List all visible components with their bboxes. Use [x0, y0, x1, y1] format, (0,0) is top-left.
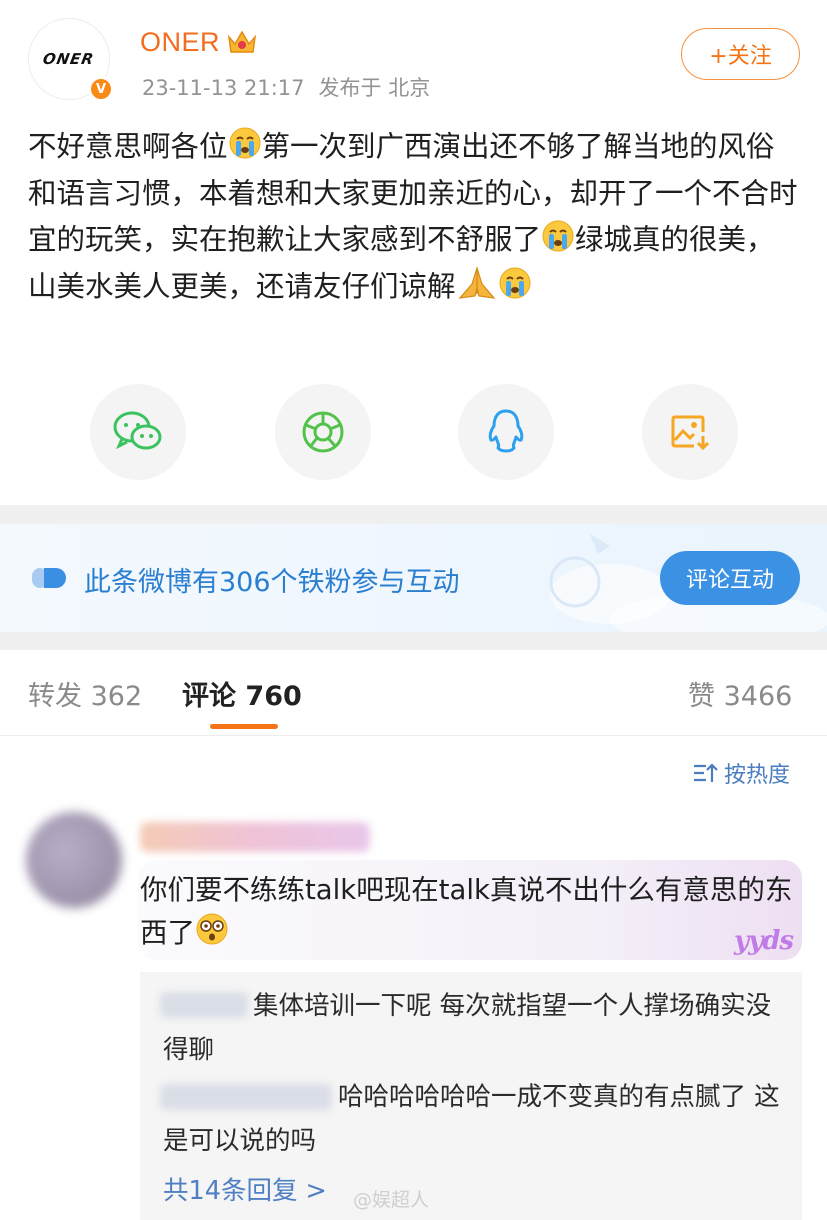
tab-likes-count: 3466 [723, 681, 793, 712]
verified-badge-icon: V [88, 76, 114, 102]
tab-likes[interactable]: 赞 3466 [688, 674, 792, 713]
reply-text: 哈哈哈哈哈哈一成不变真的有点腻了 这是可以说的吗 [163, 1082, 780, 1156]
avatar-logo: ONER [41, 50, 97, 68]
share-wechat-button[interactable] [90, 384, 186, 480]
more-replies-link[interactable]: 共14条回复 > [163, 1170, 327, 1207]
post-location: 发布于 北京 [318, 76, 431, 100]
save-image-button[interactable] [642, 384, 738, 480]
commenter-name-blurred[interactable] [140, 822, 370, 852]
post-header: ONER V ONER 23-11-13 21:17 发布于 北京 +关注 [0, 0, 827, 110]
post-time: 23-11-13 21:17 [142, 76, 305, 100]
fans-interaction-banner[interactable]: 此条微博有306个铁粉参与互动 评论互动 [0, 524, 827, 632]
comment-text-body: 你们要不练练talk吧现在talk真说不出什么有意思的东西了 [140, 874, 793, 949]
tab-repost[interactable]: 转发 362 [28, 674, 142, 713]
tab-repost-label: 转发 [28, 681, 82, 712]
reply-item: 哈哈哈哈哈哈一成不变真的有点腻了 这是可以说的吗 [163, 1075, 783, 1163]
tab-comments[interactable]: 评论 760 [182, 674, 302, 713]
fans-banner-text: 此条微博有306个铁粉参与互动 [84, 567, 460, 598]
crying-emoji-icon [542, 220, 574, 252]
comment-interact-button[interactable]: 评论互动 [660, 551, 800, 605]
yyds-sticker: yyds [734, 926, 794, 956]
crying-emoji-icon [229, 127, 261, 159]
qq-icon [488, 409, 524, 453]
crown-icon [227, 30, 257, 53]
tab-likes-label: 赞 [688, 681, 715, 712]
reply-list[interactable]: 集体培训一下呢 每次就指望一个人撑场确实没得聊 哈哈哈哈哈哈一成不变真的有点腻了… [140, 972, 802, 1220]
commenter-avatar[interactable] [26, 812, 122, 908]
fans-icon [32, 568, 66, 588]
tab-comments-label: 评论 [182, 681, 236, 712]
dizzy-face-emoji-icon [196, 913, 228, 945]
sort-by-hot-button[interactable]: 按热度 [692, 757, 790, 789]
share-moments-button[interactable] [275, 384, 371, 480]
follow-button[interactable]: +关注 [681, 28, 800, 80]
tab-repost-count: 362 [90, 681, 143, 712]
active-tab-indicator [210, 724, 278, 729]
watermark: @娱超人 [353, 1189, 430, 1211]
post-tabs: 转发 362 评论 760 赞 3466 [0, 650, 827, 736]
save-image-icon [671, 415, 710, 451]
moments-icon [302, 411, 344, 453]
comment-text: 你们要不练练talk吧现在talk真说不出什么有意思的东西了 [140, 869, 800, 955]
post-meta: 23-11-13 21:17 发布于 北京 [142, 72, 444, 102]
sort-label: 按热度 [724, 763, 791, 788]
section-divider [0, 632, 827, 650]
crying-emoji-icon [499, 267, 531, 298]
praying-hands-icon [458, 265, 495, 299]
share-qq-button[interactable] [458, 384, 554, 480]
reply-text: 集体培训一下呢 每次就指望一个人撑场确实没得聊 [163, 991, 772, 1065]
post-text: 不好意思啊各位 第一次到广西演出还不够了解当地的风俗和语言习惯，本着想和大家更加亲… [28, 124, 803, 310]
author-name[interactable]: ONER [140, 27, 220, 58]
reply-item: 集体培训一下呢 每次就指望一个人撑场确实没得聊 [163, 984, 783, 1072]
post-text-part-1: 不好意思啊各位 [28, 130, 228, 163]
sort-icon [694, 763, 718, 782]
section-divider [0, 505, 827, 524]
wechat-icon [113, 411, 162, 450]
tab-comments-count: 760 [245, 681, 302, 712]
